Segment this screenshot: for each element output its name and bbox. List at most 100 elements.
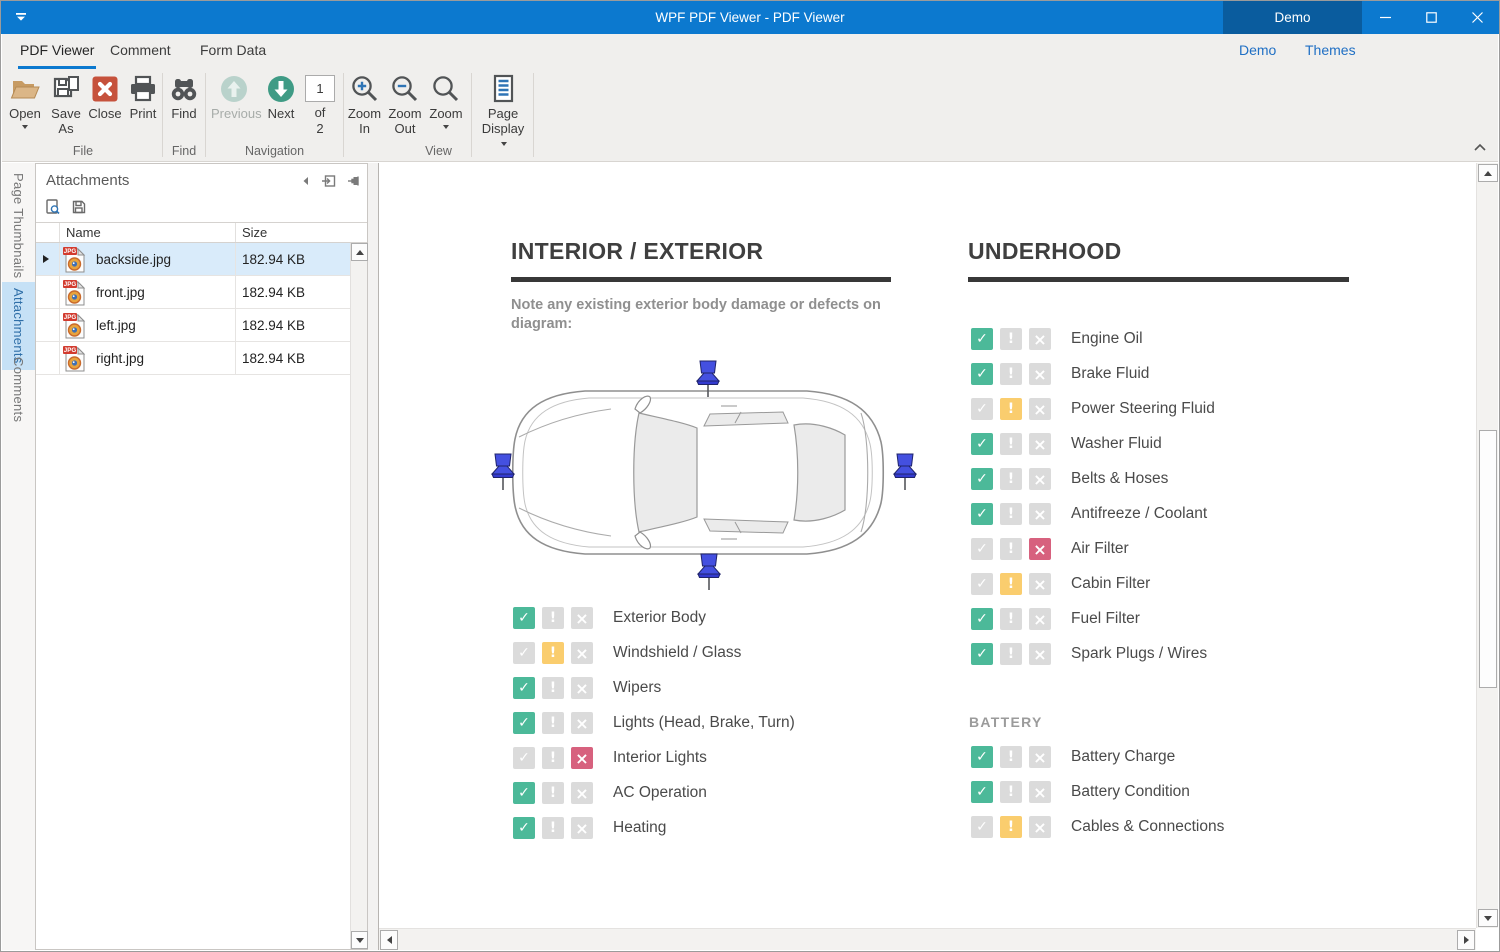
check-ok-box[interactable]: [513, 747, 535, 769]
check-ok-box[interactable]: [971, 433, 993, 455]
window-close-button[interactable]: [1454, 1, 1500, 34]
save-as-button[interactable]: Save As: [46, 69, 86, 136]
tab-demo[interactable]: Demo: [1239, 34, 1276, 69]
zoom-out-button[interactable]: Zoom Out: [384, 69, 426, 136]
check-ok-box[interactable]: [971, 573, 993, 595]
check-warn-box[interactable]: [1000, 398, 1022, 420]
ribbon-collapse-button[interactable]: [1472, 141, 1488, 155]
minimize-button[interactable]: [1362, 1, 1408, 34]
scroll-left-button[interactable]: [380, 930, 398, 950]
scroll-up-button[interactable]: [1478, 164, 1498, 182]
sidebar-tab-page-thumbnails[interactable]: Page Thumbnails: [2, 167, 35, 284]
check-fail-box[interactable]: [1029, 643, 1051, 665]
check-fail-box[interactable]: [1029, 608, 1051, 630]
check-warn-box[interactable]: [1000, 816, 1022, 838]
check-fail-box[interactable]: [1029, 363, 1051, 385]
check-fail-box[interactable]: [571, 747, 593, 769]
check-fail-box[interactable]: [1029, 433, 1051, 455]
check-warn-box[interactable]: [1000, 363, 1022, 385]
check-ok-box[interactable]: [513, 642, 535, 664]
check-ok-box[interactable]: [513, 677, 535, 699]
find-button[interactable]: Find: [164, 69, 204, 122]
print-button[interactable]: Print: [124, 69, 162, 122]
check-fail-box[interactable]: [1029, 781, 1051, 803]
check-fail-box[interactable]: [1029, 538, 1051, 560]
close-document-button[interactable]: Close: [86, 69, 124, 122]
check-warn-box[interactable]: [1000, 781, 1022, 803]
check-warn-box[interactable]: [542, 712, 564, 734]
check-warn-box[interactable]: [542, 782, 564, 804]
check-fail-box[interactable]: [1029, 503, 1051, 525]
check-ok-box[interactable]: [971, 746, 993, 768]
check-ok-box[interactable]: [971, 328, 993, 350]
next-button[interactable]: Next: [261, 69, 301, 122]
check-ok-box[interactable]: [971, 538, 993, 560]
check-fail-box[interactable]: [1029, 816, 1051, 838]
document-horizontal-scrollbar[interactable]: [379, 928, 1476, 950]
tab-comment[interactable]: Comment: [108, 34, 173, 69]
check-fail-box[interactable]: [1029, 398, 1051, 420]
attachments-scrollbar[interactable]: [350, 243, 367, 949]
column-header-size[interactable]: Size: [242, 225, 267, 240]
scroll-down-button[interactable]: [1478, 909, 1498, 927]
check-warn-box[interactable]: [1000, 433, 1022, 455]
page-display-button[interactable]: Page Display: [474, 69, 532, 151]
zoom-in-button[interactable]: Zoom In: [345, 69, 384, 136]
check-warn-box[interactable]: [542, 607, 564, 629]
tab-themes[interactable]: Themes: [1305, 34, 1356, 69]
page-number-input[interactable]: 1: [305, 75, 335, 102]
document-vertical-scrollbar[interactable]: [1476, 163, 1498, 928]
check-warn-box[interactable]: [542, 642, 564, 664]
check-warn-box[interactable]: [1000, 643, 1022, 665]
check-warn-box[interactable]: [542, 677, 564, 699]
check-fail-box[interactable]: [1029, 328, 1051, 350]
open-button[interactable]: Open: [4, 69, 46, 129]
demo-title-tab[interactable]: Demo: [1223, 1, 1362, 34]
check-warn-box[interactable]: [1000, 538, 1022, 560]
zoom-dropdown-button[interactable]: Zoom: [426, 69, 466, 129]
tab-form-data[interactable]: Form Data: [198, 34, 268, 69]
check-warn-box[interactable]: [1000, 328, 1022, 350]
attachment-row[interactable]: JPG backside.jpg 182.94 KB: [36, 243, 350, 276]
check-fail-box[interactable]: [571, 817, 593, 839]
attachment-row[interactable]: JPG left.jpg 182.94 KB: [36, 309, 350, 342]
check-ok-box[interactable]: [971, 468, 993, 490]
maximize-button[interactable]: [1408, 1, 1454, 34]
vertical-scroll-thumb[interactable]: [1479, 430, 1497, 688]
check-fail-box[interactable]: [571, 712, 593, 734]
check-ok-box[interactable]: [513, 607, 535, 629]
check-ok-box[interactable]: [971, 363, 993, 385]
check-warn-box[interactable]: [1000, 468, 1022, 490]
check-ok-box[interactable]: [971, 781, 993, 803]
check-fail-box[interactable]: [1029, 573, 1051, 595]
save-attachment-icon[interactable]: [70, 198, 88, 216]
previous-button[interactable]: Previous: [207, 69, 261, 122]
check-warn-box[interactable]: [542, 747, 564, 769]
sidebar-tab-comments[interactable]: Comments: [2, 351, 35, 428]
scroll-down-button[interactable]: [351, 931, 368, 949]
attachment-row[interactable]: JPG front.jpg 182.94 KB: [36, 276, 350, 309]
attachment-row[interactable]: JPG right.jpg 182.94 KB: [36, 342, 350, 375]
check-fail-box[interactable]: [571, 782, 593, 804]
check-fail-box[interactable]: [571, 607, 593, 629]
check-ok-box[interactable]: [971, 643, 993, 665]
check-warn-box[interactable]: [1000, 503, 1022, 525]
check-ok-box[interactable]: [513, 782, 535, 804]
panel-splitter[interactable]: [368, 163, 379, 950]
scroll-right-button[interactable]: [1457, 930, 1475, 950]
check-fail-box[interactable]: [1029, 468, 1051, 490]
panel-collapse-icon[interactable]: [298, 173, 314, 189]
check-ok-box[interactable]: [513, 817, 535, 839]
check-warn-box[interactable]: [1000, 746, 1022, 768]
check-ok-box[interactable]: [971, 503, 993, 525]
check-ok-box[interactable]: [971, 398, 993, 420]
check-warn-box[interactable]: [1000, 573, 1022, 595]
check-fail-box[interactable]: [1029, 746, 1051, 768]
open-attachment-icon[interactable]: [44, 198, 62, 216]
check-ok-box[interactable]: [971, 608, 993, 630]
check-warn-box[interactable]: [542, 817, 564, 839]
check-warn-box[interactable]: [1000, 608, 1022, 630]
check-ok-box[interactable]: [513, 712, 535, 734]
tab-pdf-viewer[interactable]: PDF Viewer: [18, 34, 96, 69]
column-header-name[interactable]: Name: [66, 225, 101, 240]
